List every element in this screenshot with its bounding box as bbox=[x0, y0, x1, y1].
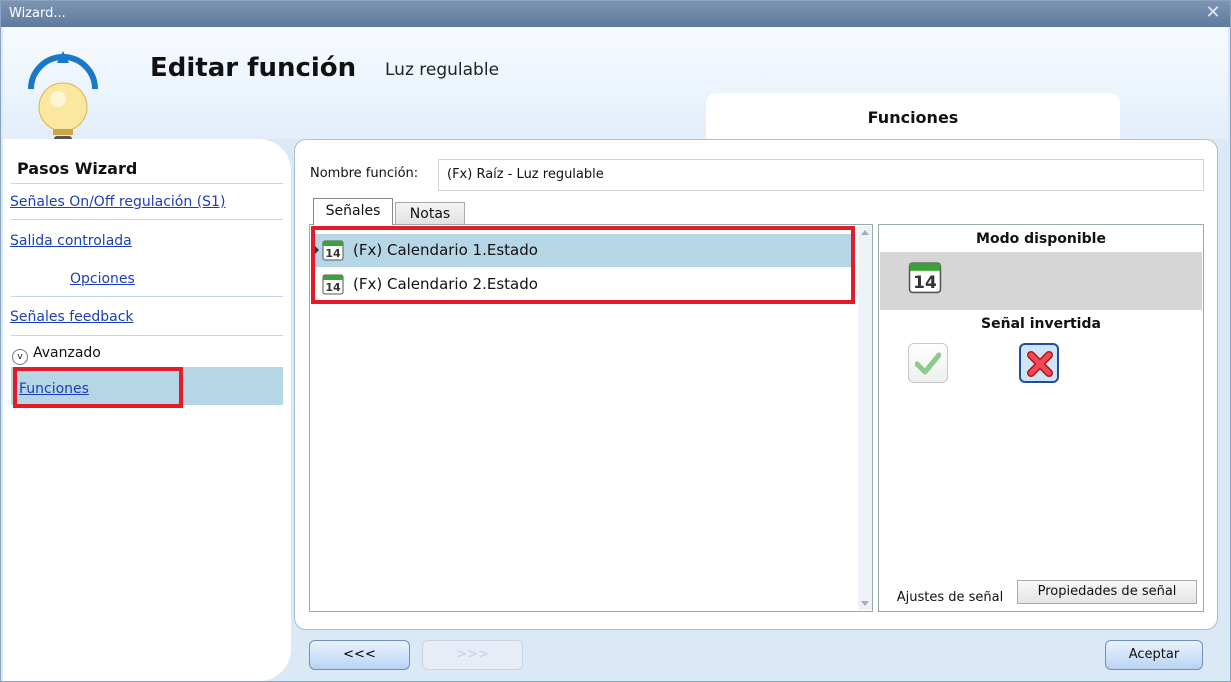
tab-propiedades-de-senal[interactable]: Propiedades de señal bbox=[1017, 580, 1197, 604]
vertical-scrollbar[interactable] bbox=[858, 226, 872, 610]
divider bbox=[11, 183, 283, 184]
checkmark-icon bbox=[915, 352, 941, 375]
main-panel: Nombre función: (Fx) Raíz - Luz regulabl… bbox=[294, 139, 1218, 630]
tab-ajustes-de-senal[interactable]: Ajustes de señal bbox=[886, 586, 1014, 610]
inverted-signal-title: Señal invertida bbox=[981, 316, 1101, 332]
sidebar-item-senales-on-off[interactable]: Señales On/Off regulación (S1) bbox=[10, 194, 225, 210]
red-x-icon bbox=[1027, 351, 1053, 377]
available-mode-title: Modo disponible bbox=[976, 231, 1106, 247]
back-button[interactable]: <<< bbox=[309, 640, 410, 670]
not-inverted-button[interactable] bbox=[908, 343, 948, 383]
scroll-up-icon[interactable] bbox=[861, 230, 869, 235]
function-name-label: Nombre función: bbox=[310, 166, 419, 181]
available-mode-area: 14 bbox=[880, 252, 1202, 310]
wizard-steps-sidebar: Pasos Wizard Señales On/Off regulación (… bbox=[3, 139, 291, 681]
title-bar: Wizard... ✕ bbox=[1, 1, 1230, 27]
scroll-down-icon[interactable] bbox=[861, 601, 869, 606]
calendar-icon[interactable]: 14 bbox=[908, 260, 942, 294]
divider bbox=[11, 335, 283, 336]
signal-settings-panel: Modo disponible 14 Señal invertida Ajust… bbox=[878, 224, 1204, 612]
wizard-window: Wizard... ✕ Editar función Luz regulable… bbox=[0, 0, 1231, 682]
sidebar-item-opciones[interactable]: Opciones bbox=[70, 271, 135, 287]
header: Editar función Luz regulable Funciones bbox=[3, 27, 1228, 150]
tab-senales[interactable]: Señales bbox=[313, 198, 393, 225]
divider bbox=[11, 296, 283, 297]
inverted-button[interactable] bbox=[1019, 343, 1059, 383]
divider bbox=[11, 219, 283, 220]
function-name-field[interactable]: (Fx) Raíz - Luz regulable bbox=[438, 159, 1204, 191]
sidebar-item-salida-controlada[interactable]: Salida controlada bbox=[10, 233, 132, 249]
calendar-icon-number: 14 bbox=[913, 273, 937, 293]
sidebar-item-label: Avanzado bbox=[33, 345, 101, 361]
highlight-box bbox=[311, 226, 855, 304]
sidebar-item-avanzado[interactable]: v Avanzado bbox=[12, 345, 101, 365]
sidebar-title: Pasos Wizard bbox=[17, 159, 138, 178]
tab-funciones[interactable]: Funciones bbox=[706, 93, 1120, 139]
close-icon[interactable]: ✕ bbox=[1202, 2, 1224, 24]
tab-notas[interactable]: Notas bbox=[395, 202, 465, 225]
highlight-box bbox=[13, 367, 183, 408]
sidebar-item-senales-feedback[interactable]: Señales feedback bbox=[10, 309, 134, 325]
window-title: Wizard... bbox=[9, 6, 66, 21]
page-title: Editar función bbox=[150, 53, 357, 83]
page-subtitle: Luz regulable bbox=[385, 60, 500, 80]
accept-button[interactable]: Aceptar bbox=[1105, 640, 1203, 670]
next-button[interactable]: >>> bbox=[422, 640, 523, 670]
chevron-down-icon: v bbox=[12, 349, 28, 365]
